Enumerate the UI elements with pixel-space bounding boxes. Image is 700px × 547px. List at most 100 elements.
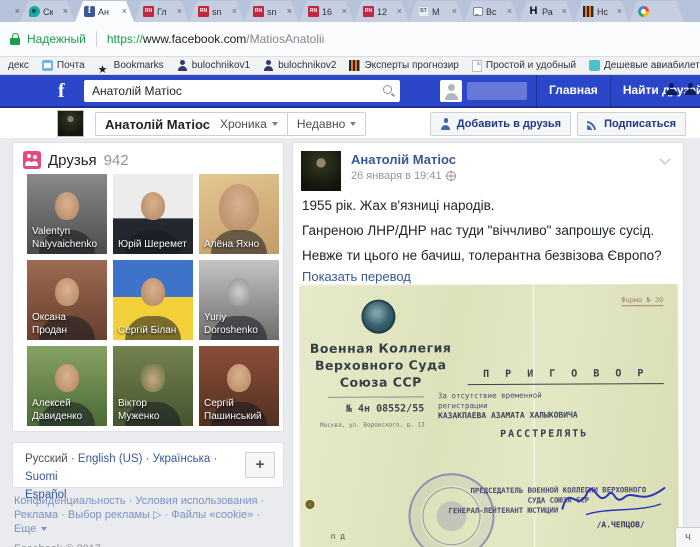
post-text-line1: 1955 рік. Жах в'язниці народів. <box>302 198 495 213</box>
header-name-pill[interactable] <box>467 82 527 100</box>
facebook-logo[interactable]: f <box>58 79 65 103</box>
follow-rss-icon <box>587 118 599 130</box>
facebook-header: f Главная Найти друзей <box>0 75 700 108</box>
close-icon[interactable]: × <box>397 7 402 16</box>
close-icon[interactable]: × <box>177 7 182 16</box>
friends-header[interactable]: Друзья 942 <box>23 151 129 169</box>
close-icon[interactable]: × <box>507 7 512 16</box>
h-icon <box>528 6 539 17</box>
bookmark-bulochnikov2[interactable]: bulochnikov2 <box>263 60 336 71</box>
show-translation-link[interactable]: Показать перевод <box>302 269 411 284</box>
post-timestamp[interactable]: 26 января в 19:41 <box>351 170 456 182</box>
footer-more[interactable]: Еще <box>14 522 296 536</box>
friend-photo[interactable]: Yuriy Doroshenko <box>199 260 279 340</box>
chevron-down-icon <box>272 122 278 126</box>
friends-card: Друзья 942 Valentyn Nalyvaichenko Юрій Ш… <box>12 142 284 432</box>
footer-links-line2[interactable]: Реклама · Выбор рекламы ▷ · Файлы «cooki… <box>14 508 296 522</box>
bookmark-folder[interactable]: ★Bookmarks <box>98 60 164 71</box>
close-icon[interactable]: × <box>342 7 347 16</box>
bookmark-mail[interactable]: Почта <box>42 60 85 71</box>
url-text[interactable]: https://www.facebook.com/MatiosAnatolii <box>107 32 324 46</box>
secure-lock-icon[interactable] <box>10 33 21 45</box>
tab-rn-3[interactable]: sn× <box>244 1 299 22</box>
tab-facebook-active[interactable]: Ан× <box>75 1 134 22</box>
bookmarks-bar: декс Почта ★Bookmarks bulochnikov1 buloc… <box>0 57 700 75</box>
tab-ck[interactable]: Ск× <box>20 1 75 22</box>
recent-label: Недавно <box>297 117 345 131</box>
bookmark-tickets[interactable]: Дешевые авиабилет <box>589 60 700 71</box>
close-icon[interactable]: × <box>452 7 457 16</box>
doc-signature-name: /А.ЧЕПЦОВ/ <box>597 520 645 529</box>
close-icon[interactable]: × <box>122 7 127 16</box>
profile-name-segment[interactable]: Анатолій Матіос Хроника <box>96 113 287 135</box>
teal-icon <box>589 60 600 71</box>
close-icon[interactable]: × <box>63 7 68 16</box>
close-icon[interactable]: × <box>232 7 237 16</box>
add-language-button[interactable]: + <box>245 452 275 478</box>
follow-button[interactable]: Подписаться <box>577 112 686 136</box>
friends-icon <box>23 151 41 169</box>
messages-icon[interactable] <box>684 82 698 96</box>
search-input[interactable] <box>84 80 400 102</box>
doc-footer-mark: п д <box>331 532 346 541</box>
close-icon[interactable]: × <box>562 7 567 16</box>
friend-photo[interactable]: Valentyn Nalyvaichenko <box>27 174 107 254</box>
nav-home[interactable]: Главная <box>536 75 610 106</box>
doc-typed-line: регистрации <box>438 401 488 410</box>
page-footer: Конфиденциальность · Условия использован… <box>14 494 296 547</box>
friend-photo[interactable]: Юрій Шеремет <box>113 174 193 254</box>
add-friend-button[interactable]: Добавить в друзья <box>430 112 571 136</box>
tab-rn-2[interactable]: sn× <box>189 1 244 22</box>
bookmark-simple[interactable]: Простой и удобный <box>472 60 576 72</box>
rn-icon <box>308 6 319 17</box>
profile-nav-group: Анатолій Матіос Хроника Недавно <box>95 112 366 136</box>
tab-rn-1[interactable]: Гл× <box>134 1 189 22</box>
timeline-link: Хроника <box>220 117 267 131</box>
hole-punch <box>305 500 314 509</box>
page-icon <box>472 60 482 72</box>
friend-photo[interactable]: Сергій Білан <box>113 260 193 340</box>
tab-partial[interactable]: × <box>0 1 20 22</box>
close-icon[interactable]: × <box>287 7 292 16</box>
tab-h[interactable]: Ра× <box>519 1 574 22</box>
friend-photo[interactable]: Сергій Пашинський <box>199 346 279 426</box>
tab-rn-4[interactable]: 16× <box>299 1 354 22</box>
post-text-line3: Невже ти цього не бачиш, толерантна безв… <box>302 248 662 263</box>
tab-bubble[interactable]: Вс× <box>464 1 519 22</box>
page-content: Друзья 942 Valentyn Nalyvaichenko Юрій Ш… <box>0 138 700 547</box>
soviet-emblem-icon <box>361 299 395 333</box>
friend-photo[interactable]: Оксана Продан <box>27 260 107 340</box>
bookmark-experts[interactable]: Эксперты прогнозир <box>349 60 458 71</box>
friend-photo[interactable]: Алексей Давиденко <box>27 346 107 426</box>
chevron-down-icon <box>41 527 47 531</box>
profile-avatar[interactable] <box>57 110 84 137</box>
friend-photo[interactable]: Алёна Яхно <box>199 174 279 254</box>
friend-requests-icon[interactable] <box>665 82 679 96</box>
bookmark-yandex-partial[interactable]: декс <box>4 60 29 71</box>
tab-google[interactable] <box>629 1 684 22</box>
post-author-name[interactable]: Анатолій Матіос <box>351 152 456 167</box>
search-icon[interactable] <box>382 84 396 98</box>
header-avatar[interactable] <box>440 80 462 102</box>
chat-tab-partial[interactable]: ч <box>675 527 700 547</box>
tab-rn-5[interactable]: 12× <box>354 1 409 22</box>
post-attached-image[interactable]: Форма № 30 Военная Коллегия Верховного С… <box>299 284 679 547</box>
address-bar[interactable]: Надежный https://www.facebook.com/Matios… <box>0 22 700 57</box>
tab-bt[interactable]: М× <box>409 1 464 22</box>
tab-ribbon[interactable]: Нс× <box>574 1 629 22</box>
post-author-avatar[interactable] <box>301 151 341 191</box>
chat-teal-icon <box>29 6 40 17</box>
doc-verdict: РАССТРЕЛЯТЬ <box>500 428 588 439</box>
rn-icon <box>253 6 264 17</box>
footer-links-line1[interactable]: Конфиденциальность · Условия использован… <box>14 494 296 508</box>
bookmark-bulochnikov1[interactable]: bulochnikov1 <box>177 60 250 71</box>
divider <box>328 396 424 398</box>
chevron-down-icon <box>350 122 356 126</box>
friend-photo[interactable]: Віктор Муженко <box>113 346 193 426</box>
close-icon[interactable]: × <box>15 7 20 16</box>
recent-dropdown[interactable]: Недавно <box>287 113 365 135</box>
post-menu-chevron-icon[interactable] <box>659 153 670 164</box>
close-icon[interactable]: × <box>617 7 622 16</box>
language-card: Русский · English (US) · Українська · Su… <box>12 442 284 488</box>
rn-icon <box>198 6 209 17</box>
